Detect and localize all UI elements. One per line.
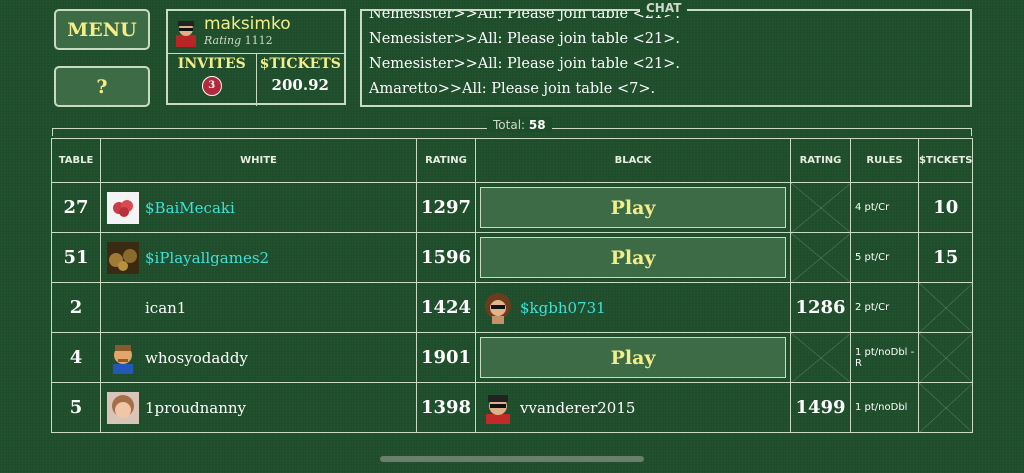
chat-line: Nemesister>>All: Please join table <21>. — [369, 31, 680, 47]
col-header-tickets[interactable]: $TICKETS — [917, 138, 974, 183]
user-rating: Rating 1112 — [204, 34, 273, 47]
black-rating: 1286 — [790, 282, 851, 333]
rules: 1 pt/noDbl -R — [850, 332, 919, 383]
play-button[interactable]: Play — [480, 187, 786, 228]
black-rating-empty — [790, 332, 851, 383]
table-row[interactable]: 27 $BaiMecaki 1297 Play 4 pt/Cr 10 — [51, 182, 974, 233]
table-row[interactable]: 2 ican1 1424 $kgbh0731 1286 2 pt/Cr — [51, 282, 974, 333]
col-header-table[interactable]: TABLE — [51, 138, 101, 183]
player-avatar — [486, 394, 510, 424]
table-number: 51 — [51, 232, 101, 283]
rules: 1 pt/noDbl — [850, 382, 919, 433]
white-player[interactable]: $BaiMecaki — [100, 182, 417, 233]
tickets-value: 200.92 — [271, 76, 329, 94]
col-header-black[interactable]: BLACK — [475, 138, 791, 183]
help-button[interactable]: ? — [54, 66, 150, 107]
rules: 2 pt/Cr — [850, 282, 919, 333]
user-avatar[interactable] — [174, 19, 198, 47]
black-rating: 1499 — [790, 382, 851, 433]
chat-line: Nemesister>>All: Please join table <21>. — [369, 56, 680, 72]
table-row[interactable]: 5 1proudnanny 1398 vvanderer2015 1499 1 … — [51, 382, 974, 433]
tickets-section: $TICKETS 200.92 — [255, 54, 345, 106]
tables-list: TABLE WHITE RATING BLACK RATING RULES $T… — [51, 138, 974, 433]
play-button[interactable]: Play — [480, 237, 786, 278]
table-number: 4 — [51, 332, 101, 383]
col-header-white[interactable]: WHITE — [100, 138, 417, 183]
player-avatar — [107, 191, 139, 224]
white-player[interactable]: ican1 — [100, 282, 417, 333]
invites-badge[interactable]: 3 — [201, 76, 222, 96]
tickets-empty — [917, 332, 974, 383]
tickets-empty — [917, 382, 974, 433]
profile-panel: maksimko Rating 1112 INVITES 3 $TICKETS … — [166, 9, 346, 106]
rules: 5 pt/Cr — [850, 232, 919, 283]
table-number: 2 — [51, 282, 101, 333]
play-button[interactable]: Play — [480, 337, 786, 378]
white-rating: 1297 — [416, 182, 476, 233]
black-rating-empty — [790, 182, 851, 233]
horizontal-scrollbar[interactable] — [380, 456, 644, 462]
col-header-rules[interactable]: RULES — [850, 138, 919, 183]
table-row[interactable]: 51 $iPlayallgames2 1596 Play 5 pt/Cr 15 — [51, 232, 974, 283]
col-header-black-rating[interactable]: RATING — [790, 138, 851, 183]
player-avatar — [485, 292, 511, 324]
chat-line: Amaretto>>All: Please join table <7>. — [369, 81, 656, 97]
player-avatar — [107, 241, 139, 274]
col-header-white-rating[interactable]: RATING — [416, 138, 476, 183]
invites-section[interactable]: INVITES 3 — [168, 54, 256, 106]
tickets-label: $TICKETS — [259, 56, 341, 72]
chat-panel[interactable]: Nemesister>>All: Please join table <21>.… — [360, 9, 972, 107]
rules: 4 pt/Cr — [850, 182, 919, 233]
player-avatar — [113, 344, 133, 374]
white-player[interactable]: $iPlayallgames2 — [100, 232, 417, 283]
table-number: 5 — [51, 382, 101, 433]
white-rating: 1901 — [416, 332, 476, 383]
black-rating-empty — [790, 232, 851, 283]
chat-line: Nemesister>>All: Please join table <21>. — [369, 9, 680, 22]
menu-button[interactable]: MENU — [54, 9, 150, 50]
tickets: 15 — [917, 232, 974, 283]
white-player[interactable]: whosyodaddy — [100, 332, 417, 383]
white-rating: 1596 — [416, 232, 476, 283]
table-number: 27 — [51, 182, 101, 233]
black-player[interactable]: $kgbh0731 — [475, 282, 791, 333]
invites-label: INVITES — [177, 56, 246, 72]
white-rating: 1398 — [416, 382, 476, 433]
black-player: Play — [475, 182, 791, 233]
tickets: 10 — [917, 182, 974, 233]
username[interactable]: maksimko — [204, 14, 291, 34]
player-avatar — [107, 391, 139, 424]
black-player: Play — [475, 332, 791, 383]
total-count: Total: 58 — [487, 118, 552, 132]
chat-title: CHAT — [640, 1, 688, 15]
tickets-empty — [917, 282, 974, 333]
white-rating: 1424 — [416, 282, 476, 333]
table-row[interactable]: 4 whosyodaddy 1901 Play 1 pt/noDbl -R — [51, 332, 974, 383]
white-player[interactable]: 1proudnanny — [100, 382, 417, 433]
player-avatar-empty — [107, 292, 139, 324]
black-player: Play — [475, 232, 791, 283]
black-player[interactable]: vvanderer2015 — [475, 382, 791, 433]
